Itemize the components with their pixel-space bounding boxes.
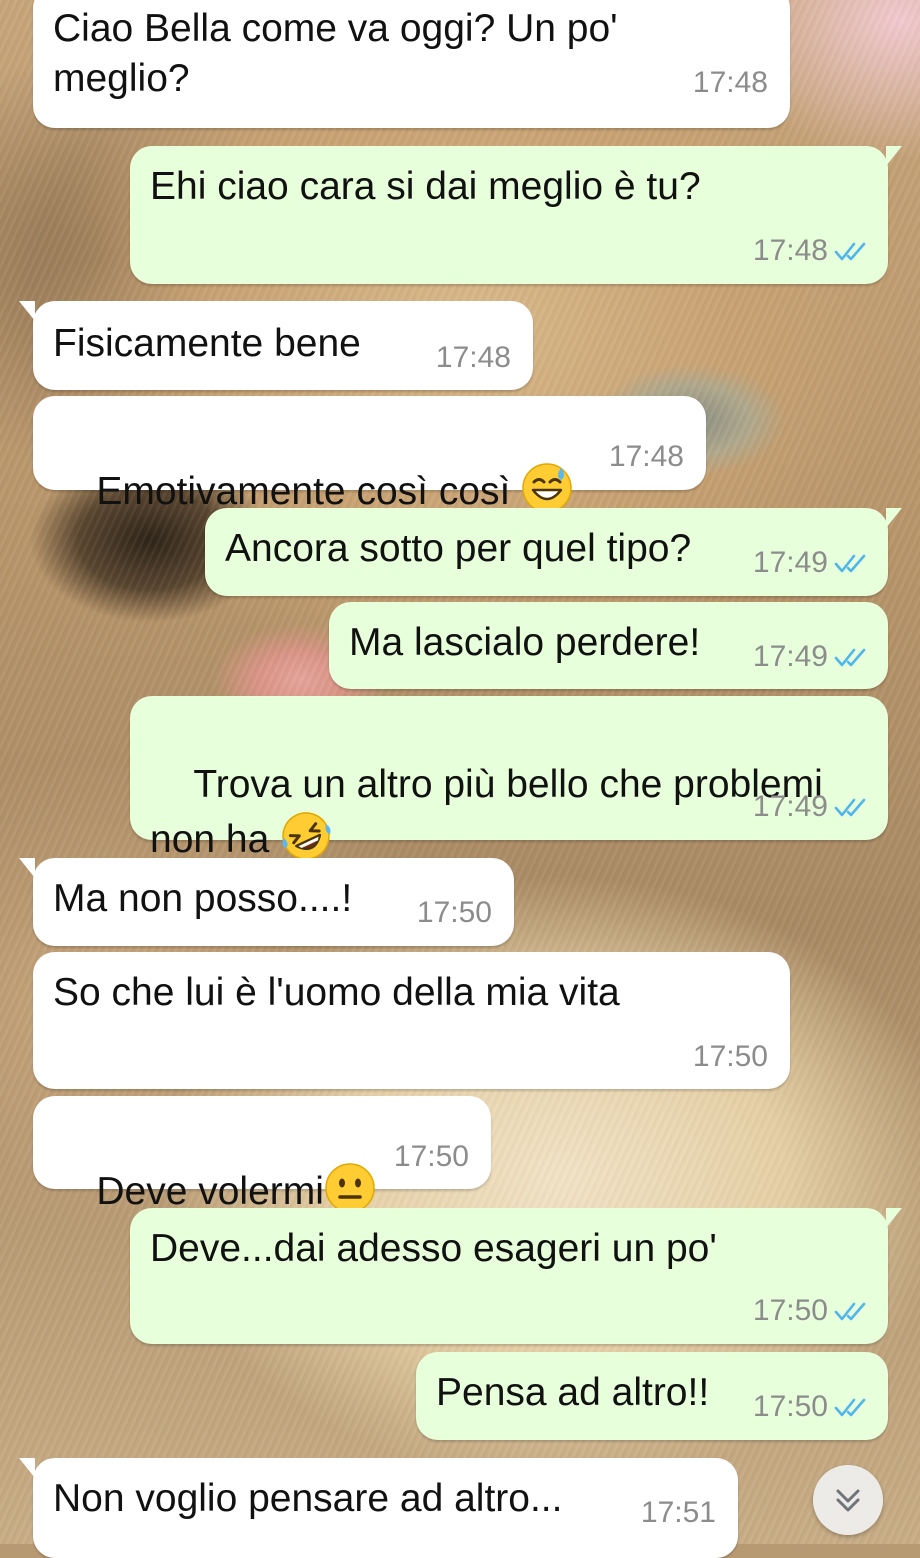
- message-incoming[interactable]: Emotivamente così così 17:48: [33, 396, 706, 513]
- message-meta: 17:49: [753, 640, 868, 674]
- message-time: 17:50: [393, 1140, 469, 1173]
- message-time: 17:49: [752, 546, 828, 579]
- message-time: 17:50: [752, 1390, 828, 1423]
- double-chevron-down-icon: [836, 1489, 860, 1512]
- double-check-read-icon: [834, 648, 866, 667]
- message-text: Deve...dai adesso esageri un po': [150, 1227, 717, 1270]
- double-check-read-icon: [834, 798, 866, 817]
- message-time: 17:48: [435, 341, 511, 374]
- message-time: 17:49: [752, 640, 828, 673]
- message-meta: 17:49: [753, 546, 868, 580]
- message-incoming[interactable]: Non voglio pensare ad altro... 17:51: [19, 1458, 738, 1558]
- message-outgoing[interactable]: Ancora sotto per quel tipo? 17:49: [205, 508, 902, 596]
- message-text: Ma non posso....!: [53, 877, 353, 920]
- message-time: 17:49: [752, 790, 828, 823]
- message-text: Ma lascialo perdere!: [349, 621, 701, 664]
- message-outgoing[interactable]: Deve...dai adesso esageri un po' 17:50: [130, 1208, 902, 1344]
- double-check-read-icon: [834, 242, 866, 261]
- double-check-read-icon: [834, 1302, 866, 1321]
- message-text: Trova un altro più bello che problemi no…: [150, 763, 823, 861]
- scroll-to-bottom-button[interactable]: [813, 1465, 883, 1535]
- grinning-sweat-emoji: [522, 463, 572, 513]
- message-text: Ehi ciao cara si dai meglio è tu?: [150, 165, 701, 208]
- message-text: Deve volermi: [96, 1170, 324, 1213]
- message-meta: 17:50: [753, 1390, 868, 1424]
- rofl-emoji: [282, 812, 331, 860]
- message-meta: 17:50: [753, 1294, 868, 1328]
- message-time: 17:51: [640, 1496, 716, 1529]
- message-outgoing[interactable]: Ehi ciao cara si dai meglio è tu? 17:48: [130, 146, 902, 284]
- double-check-read-icon: [834, 1398, 866, 1417]
- message-text: So che lui è l'uomo della mia vita: [53, 971, 620, 1014]
- message-outgoing[interactable]: Trova un altro più bello che problemi no…: [130, 696, 888, 861]
- message-text: Ciao Bella come va oggi? Un po' meglio?: [53, 7, 618, 100]
- message-time: 17:48: [692, 66, 768, 99]
- message-meta: 17:48: [753, 234, 868, 268]
- message-time: 17:50: [752, 1294, 828, 1327]
- message-text: Pensa ad altro!!: [436, 1371, 710, 1414]
- message-text: Emotivamente così così: [96, 470, 522, 513]
- message-incoming[interactable]: So che lui è l'uomo della mia vita 17:50: [33, 952, 790, 1089]
- message-time: 17:50: [692, 1040, 768, 1073]
- message-incoming[interactable]: Deve volermi 17:50: [33, 1096, 491, 1213]
- message-outgoing[interactable]: Ma lascialo perdere! 17:49: [329, 602, 888, 689]
- message-outgoing[interactable]: Pensa ad altro!! 17:50: [416, 1352, 888, 1440]
- message-text: Ancora sotto per quel tipo?: [225, 527, 692, 570]
- neutral-face-emoji: [325, 1163, 375, 1213]
- message-incoming[interactable]: Ciao Bella come va oggi? Un po' meglio? …: [33, 0, 790, 128]
- message-text: Fisicamente bene: [53, 322, 361, 365]
- message-meta: 17:49: [753, 790, 868, 824]
- message-incoming[interactable]: Ma non posso....! 17:50: [19, 858, 514, 946]
- message-incoming[interactable]: Fisicamente bene 17:48: [19, 301, 533, 390]
- double-check-read-icon: [834, 554, 866, 573]
- message-time: 17:48: [752, 234, 828, 267]
- message-time: 17:50: [416, 896, 492, 929]
- message-time: 17:48: [608, 440, 684, 473]
- message-text: Non voglio pensare ad altro...: [53, 1477, 563, 1520]
